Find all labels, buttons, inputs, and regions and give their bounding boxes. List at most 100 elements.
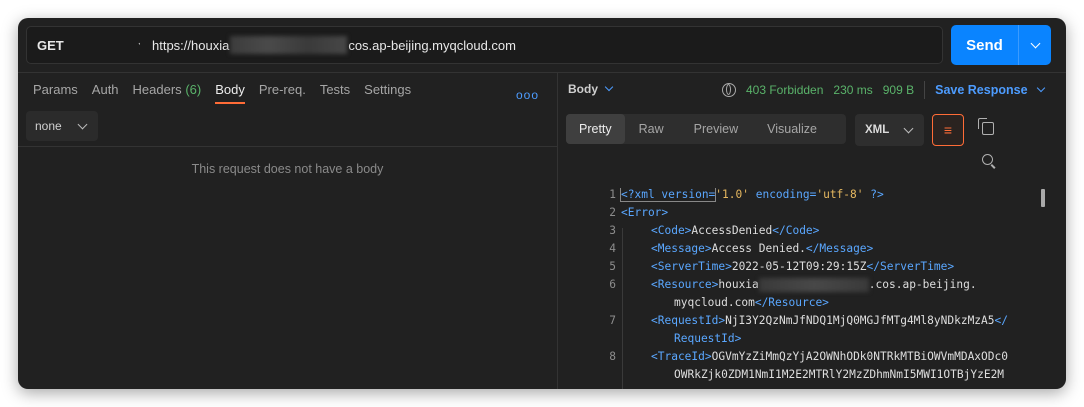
line-number: 6 — [609, 278, 616, 291]
send-button[interactable]: Send — [951, 25, 1051, 65]
xml-attr-value: '1.0' — [715, 188, 749, 201]
headers-count: (6) — [185, 82, 202, 97]
xml-text: OWRkZjk0ZDM1NmI1M2E2MTRlY2MzZDhmNmI5MWI1… — [674, 368, 1005, 381]
xml-tag: </Message> — [805, 242, 874, 255]
divider — [18, 72, 1066, 73]
xml-text: Access Denied. — [711, 242, 806, 255]
code-line: <TraceId>OGVmYzZiMmQzYjA2OWNhODk0NTRkMTB… — [651, 350, 1008, 363]
xml-attr-value: 'utf-8' — [816, 188, 864, 201]
tab-params[interactable]: Params — [33, 80, 78, 104]
xml-tag: <Error> — [621, 206, 669, 219]
code-line: <Code>AccessDenied</Code> — [651, 224, 819, 237]
tab-pre-request[interactable]: Pre-req. — [259, 80, 306, 104]
method-select[interactable]: GET — [26, 26, 158, 64]
redacted-blur — [230, 36, 348, 54]
search-icon[interactable] — [982, 154, 993, 165]
xml-tag: <Code> — [651, 224, 692, 237]
globe-icon[interactable] — [722, 83, 736, 97]
xml-tag: </Code> — [772, 224, 820, 237]
divider — [18, 146, 557, 147]
xml-text: 2022-05-12T09:29:15Z — [731, 260, 867, 273]
tab-label: Headers — [132, 82, 182, 97]
app-window: GET https://houxia cos.ap-beijing.myqclou… — [18, 18, 1066, 389]
xml-text: houxia — [718, 278, 759, 291]
response-section-select[interactable]: Body — [568, 82, 614, 96]
request-tabs: Params Auth Headers (6) Body Pre-req. Te… — [33, 80, 425, 106]
tab-label: Pre-req. — [258, 82, 306, 97]
xml-declaration-end: ?> — [863, 188, 884, 201]
code-line: myqcloud.com</Resource> — [674, 296, 829, 309]
code-line: <Error> — [621, 206, 668, 219]
tab-body[interactable]: Body — [215, 80, 245, 104]
send-options-button[interactable] — [1019, 38, 1051, 48]
code-line: RequestId> — [674, 332, 741, 345]
code-line: <RequestId>NjI3Y2QzNmJfNDQ1MjQ0MGJfMTg4M… — [651, 314, 1008, 327]
tab-preview[interactable]: Preview — [678, 114, 754, 144]
divider — [924, 81, 926, 99]
line-number: 5 — [609, 260, 616, 273]
url-suffix: cos.ap-beijing.myqcloud.com — [348, 37, 516, 53]
xml-text: NjI3Y2QzNmJfNDQ1MjQ0MGJfMTg4Ml8yNDkzMzA5 — [725, 314, 995, 327]
view-mode-tabs: Pretty Raw Preview Visualize — [566, 114, 846, 144]
code-line: OWRkZjk0ZDM1NmI1M2E2MTRlY2MzZDhmNmI5MWI1… — [674, 368, 1004, 381]
line-number: 1 — [609, 188, 616, 201]
url-prefix: https://houxia — [152, 37, 230, 53]
line-number: 8 — [609, 350, 616, 363]
xml-text: OGVmYzZiMmQzYjA2OWNhODk0NTRkMTBiOWVmMDAx… — [711, 350, 1008, 363]
chevron-down-icon — [77, 119, 88, 129]
body-type-label: none — [35, 119, 62, 133]
xml-declaration: <?xml version= — [619, 188, 717, 202]
xml-text: AccessDenied — [691, 224, 773, 237]
tab-auth[interactable]: Auth — [92, 80, 119, 104]
xml-tag: <RequestId> — [651, 314, 726, 327]
format-select[interactable]: XML — [855, 114, 924, 146]
response-status-bar: 403 Forbidden 230 ms 909 B Save Response — [722, 81, 1045, 99]
xml-tag: <Resource> — [651, 278, 719, 291]
code-line: <Resource>houxia .cos.ap-beijing. — [651, 278, 977, 292]
tab-label: Auth — [91, 82, 119, 97]
save-response-button[interactable]: Save Response — [935, 83, 1027, 97]
response-time[interactable]: 230 ms — [833, 83, 872, 97]
tab-visualize[interactable]: Visualize — [754, 114, 830, 144]
xml-tag: <TraceId> — [651, 350, 712, 363]
tab-pretty[interactable]: Pretty — [566, 114, 625, 144]
tab-raw[interactable]: Raw — [625, 114, 678, 144]
tab-label: Params — [33, 82, 78, 97]
scrollbar[interactable] — [1041, 189, 1045, 207]
response-size[interactable]: 909 B — [883, 83, 914, 97]
chevron-down-icon[interactable] — [1036, 83, 1045, 93]
code-line: <Message>Access Denied.</Message> — [651, 242, 873, 255]
xml-text: .cos.ap-beijing. — [868, 278, 977, 291]
status-code[interactable]: 403 Forbidden — [746, 83, 823, 97]
copy-icon[interactable] — [978, 118, 994, 135]
tab-label: Body — [215, 82, 245, 97]
more-icon[interactable]: ooo — [516, 88, 539, 102]
xml-text: myqcloud.com — [674, 296, 755, 309]
response-code-editor[interactable]: 1 2 3 4 5 6 7 8 <?xml version='1.0' enco… — [584, 188, 1044, 389]
empty-body-message: This request does not have a body — [191, 162, 384, 176]
tab-headers[interactable]: Headers (6) — [133, 80, 202, 104]
wrap-lines-icon[interactable]: ≡ — [932, 114, 964, 146]
tab-tests[interactable]: Tests — [320, 80, 350, 104]
redacted-blur — [758, 278, 869, 292]
xml-tag: <ServerTime> — [651, 260, 732, 273]
line-number: 3 — [609, 224, 616, 237]
code-line: <ServerTime>2022-05-12T09:29:15Z</Server… — [651, 260, 954, 273]
code-line: <?xml version='1.0' encoding='utf-8' ?> — [619, 188, 884, 202]
tab-label: Settings — [364, 82, 412, 97]
line-number: 4 — [609, 242, 616, 255]
chevron-down-icon — [604, 82, 614, 92]
chevron-down-icon — [903, 123, 914, 133]
xml-tag: </Resource> — [754, 296, 829, 309]
tab-label: Tests — [319, 82, 351, 97]
xml-tag: RequestId> — [674, 332, 742, 345]
tab-settings[interactable]: Settings — [364, 80, 411, 104]
format-label: XML — [865, 124, 890, 136]
pane-divider[interactable] — [557, 73, 558, 389]
chevron-down-icon — [1030, 38, 1040, 48]
body-type-select[interactable]: none — [26, 111, 98, 141]
send-label: Send — [966, 36, 1003, 54]
xml-tag: </ServerTime> — [866, 260, 955, 273]
xml-tag: </ — [994, 314, 1008, 327]
url-input[interactable]: https://houxia cos.ap-beijing.myqcloud.co… — [140, 26, 943, 64]
